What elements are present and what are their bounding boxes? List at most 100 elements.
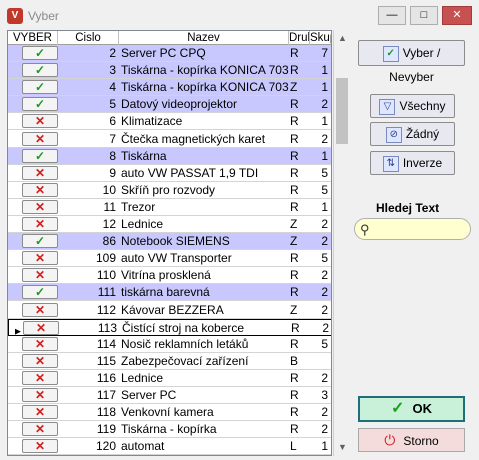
row-select-cell[interactable]: ✓ [14, 62, 58, 78]
row-select-cell[interactable]: ✕ [14, 370, 58, 386]
column-header-nazev[interactable]: Nazev [119, 31, 289, 45]
row-select-cell[interactable]: ✕ [14, 165, 58, 181]
row-select-cell[interactable]: ✕▶ [15, 320, 59, 336]
row-select-cell[interactable]: ✕ [14, 404, 58, 420]
unchecked-icon[interactable]: ✕ [22, 405, 58, 420]
row-group: 2 [321, 97, 328, 112]
table-row[interactable]: ✕ 109 auto VW Transporter R 5 [8, 250, 331, 268]
unchecked-icon[interactable]: ✕ [22, 370, 58, 385]
table-row[interactable]: ✓ 8 Tiskárna R 1 [8, 147, 331, 165]
unchecked-icon[interactable]: ✕ [23, 320, 59, 335]
row-select-cell[interactable]: ✓ [14, 79, 58, 95]
toggle-select-button[interactable]: ✓ Vyber / Nevyber [358, 40, 465, 84]
row-name: Tiskárna - kopírka KONICA 7035 [121, 80, 289, 95]
unchecked-icon[interactable]: ✕ [22, 199, 58, 214]
table-row[interactable]: ✓ 5 Datový videoprojektor R 2 [8, 96, 331, 114]
unchecked-icon[interactable]: ✕ [22, 114, 58, 129]
column-header-vyber[interactable]: VYBER [8, 31, 58, 45]
row-select-cell[interactable]: ✕ [14, 421, 58, 437]
table-row[interactable]: ✕ 110 Vitrína prosklená R 2 [8, 267, 331, 285]
checked-icon[interactable]: ✓ [22, 234, 58, 249]
search-icon: ⚲ [360, 222, 370, 237]
invert-button[interactable]: ⇅ Inverze [370, 151, 455, 175]
table-row[interactable]: ✕ 12 Lednice Z 2 [8, 216, 331, 233]
column-header-skup[interactable]: Skup [310, 31, 331, 45]
row-select-cell[interactable]: ✓ [14, 148, 58, 164]
row-group: 2 [321, 370, 328, 385]
table-row[interactable]: ✕ 112 Kávovar BEZZERA Z 2 [8, 302, 331, 319]
vertical-scrollbar[interactable]: ▲ ▼ [333, 30, 350, 456]
row-select-cell[interactable]: ✕ [14, 353, 58, 369]
table-row[interactable]: ✕ 10 Skříň pro rozvody R 5 [8, 182, 331, 199]
checked-icon[interactable]: ✓ [22, 46, 58, 60]
maximize-button[interactable]: □ [410, 6, 438, 25]
table-row[interactable]: ✕ 118 Venkovní kamera R 2 [8, 404, 331, 422]
scroll-up-icon[interactable]: ▲ [334, 30, 351, 47]
table-row[interactable]: ✓ 4 Tiskárna - kopírka KONICA 7035 Z 1 [8, 79, 331, 97]
row-select-cell[interactable]: ✕ [14, 250, 58, 266]
table-row[interactable]: ✕ 114 Nosič reklamních letáků R 5 [8, 336, 331, 353]
row-select-cell[interactable]: ✕ [14, 113, 58, 129]
table-row[interactable]: ✕ 6 Klimatizace R 1 [8, 113, 331, 131]
unchecked-icon[interactable]: ✕ [22, 353, 58, 368]
unchecked-icon[interactable]: ✕ [22, 422, 58, 437]
table-row[interactable]: ✕ 11 Trezor R 1 [8, 199, 331, 216]
table-row[interactable]: ✓ 86 Notebook SIEMENS Z 2 [8, 233, 331, 251]
row-select-cell[interactable]: ✕ [14, 267, 58, 283]
unchecked-icon[interactable]: ✕ [22, 388, 58, 402]
row-select-cell[interactable]: ✓ [14, 96, 58, 112]
minimize-button[interactable]: — [378, 6, 406, 25]
cancel-button[interactable]: ⏻ Storno [358, 428, 465, 452]
close-button[interactable]: ✕ [442, 6, 472, 25]
unchecked-icon[interactable]: ✕ [22, 268, 58, 283]
row-select-cell[interactable]: ✕ [14, 302, 58, 318]
unchecked-icon[interactable]: ✕ [22, 251, 58, 266]
unchecked-icon[interactable]: ✕ [22, 217, 58, 231]
row-select-cell[interactable]: ✓ [14, 45, 58, 61]
row-type: R [290, 63, 299, 78]
column-header-cislo[interactable]: Cislo [58, 31, 119, 45]
table-row[interactable]: ✓ 2 Server PC CPQ R 7 [8, 45, 331, 62]
row-group: 2 [321, 405, 328, 420]
checked-icon[interactable]: ✓ [22, 148, 58, 163]
unchecked-icon[interactable]: ✕ [22, 439, 58, 454]
row-select-cell[interactable]: ✕ [14, 131, 58, 147]
unchecked-icon[interactable]: ✕ [22, 302, 58, 317]
row-select-cell[interactable]: ✕ [14, 387, 58, 403]
unchecked-icon[interactable]: ✕ [22, 336, 58, 351]
row-select-cell[interactable]: ✕ [14, 216, 58, 232]
table-row[interactable]: ✕ 9 auto VW PASSAT 1,9 TDI R 5 [8, 165, 331, 182]
select-all-button[interactable]: ▽ Všechny [370, 94, 455, 118]
checked-icon[interactable]: ✓ [22, 80, 58, 95]
row-select-cell[interactable]: ✕ [14, 182, 58, 198]
invert-icon: ⇅ [382, 155, 399, 172]
table-row[interactable]: ✕ 117 Server PC R 3 [8, 387, 331, 404]
scroll-down-icon[interactable]: ▼ [334, 439, 351, 456]
table-row[interactable]: ✓ 3 Tiskárna - kopírka KONICA 7035 R 1 [8, 62, 331, 80]
table-row[interactable]: ✕ 115 Zabezpečovací zařízení B [8, 353, 331, 370]
unchecked-icon[interactable]: ✕ [22, 165, 58, 180]
table-row[interactable]: ✕▶ 113 Čistící stroj na koberce R 2 [8, 318, 331, 336]
scroll-thumb[interactable] [336, 78, 348, 144]
row-select-cell[interactable]: ✓ [14, 233, 58, 249]
column-header-druh[interactable]: Druh [289, 31, 310, 45]
checked-icon[interactable]: ✓ [22, 97, 58, 112]
row-select-cell[interactable]: ✕ [14, 199, 58, 215]
checked-icon[interactable]: ✓ [22, 63, 58, 78]
row-select-cell[interactable]: ✕ [14, 336, 58, 352]
ok-button[interactable]: ✓ OK [358, 396, 465, 422]
table-row[interactable]: ✓ 111 tiskárna barevná R 2 [8, 284, 331, 302]
unchecked-icon[interactable]: ✕ [22, 182, 58, 197]
checked-icon[interactable]: ✓ [22, 285, 58, 300]
table-row[interactable]: ✕ 116 Lednice R 2 [8, 370, 331, 387]
table-row[interactable]: ✕ 120 automat L 1 [8, 438, 331, 455]
row-select-cell[interactable]: ✓ [14, 284, 58, 300]
table-row[interactable]: ✕ 119 Tiskárna - kopírka R 2 [8, 421, 331, 439]
search-field[interactable]: ⚲ [354, 218, 471, 240]
select-none-button[interactable]: ⊘ Žádný [370, 122, 455, 146]
unchecked-icon[interactable]: ✕ [22, 131, 58, 146]
row-name: Notebook SIEMENS [121, 234, 230, 249]
row-select-cell[interactable]: ✕ [14, 438, 58, 454]
table-row[interactable]: ✕ 7 Čtečka magnetických karet R 2 [8, 131, 331, 148]
items-grid[interactable]: VYBER Cislo Nazev Druh Skup ✓ 2 Server PC … [7, 30, 332, 456]
